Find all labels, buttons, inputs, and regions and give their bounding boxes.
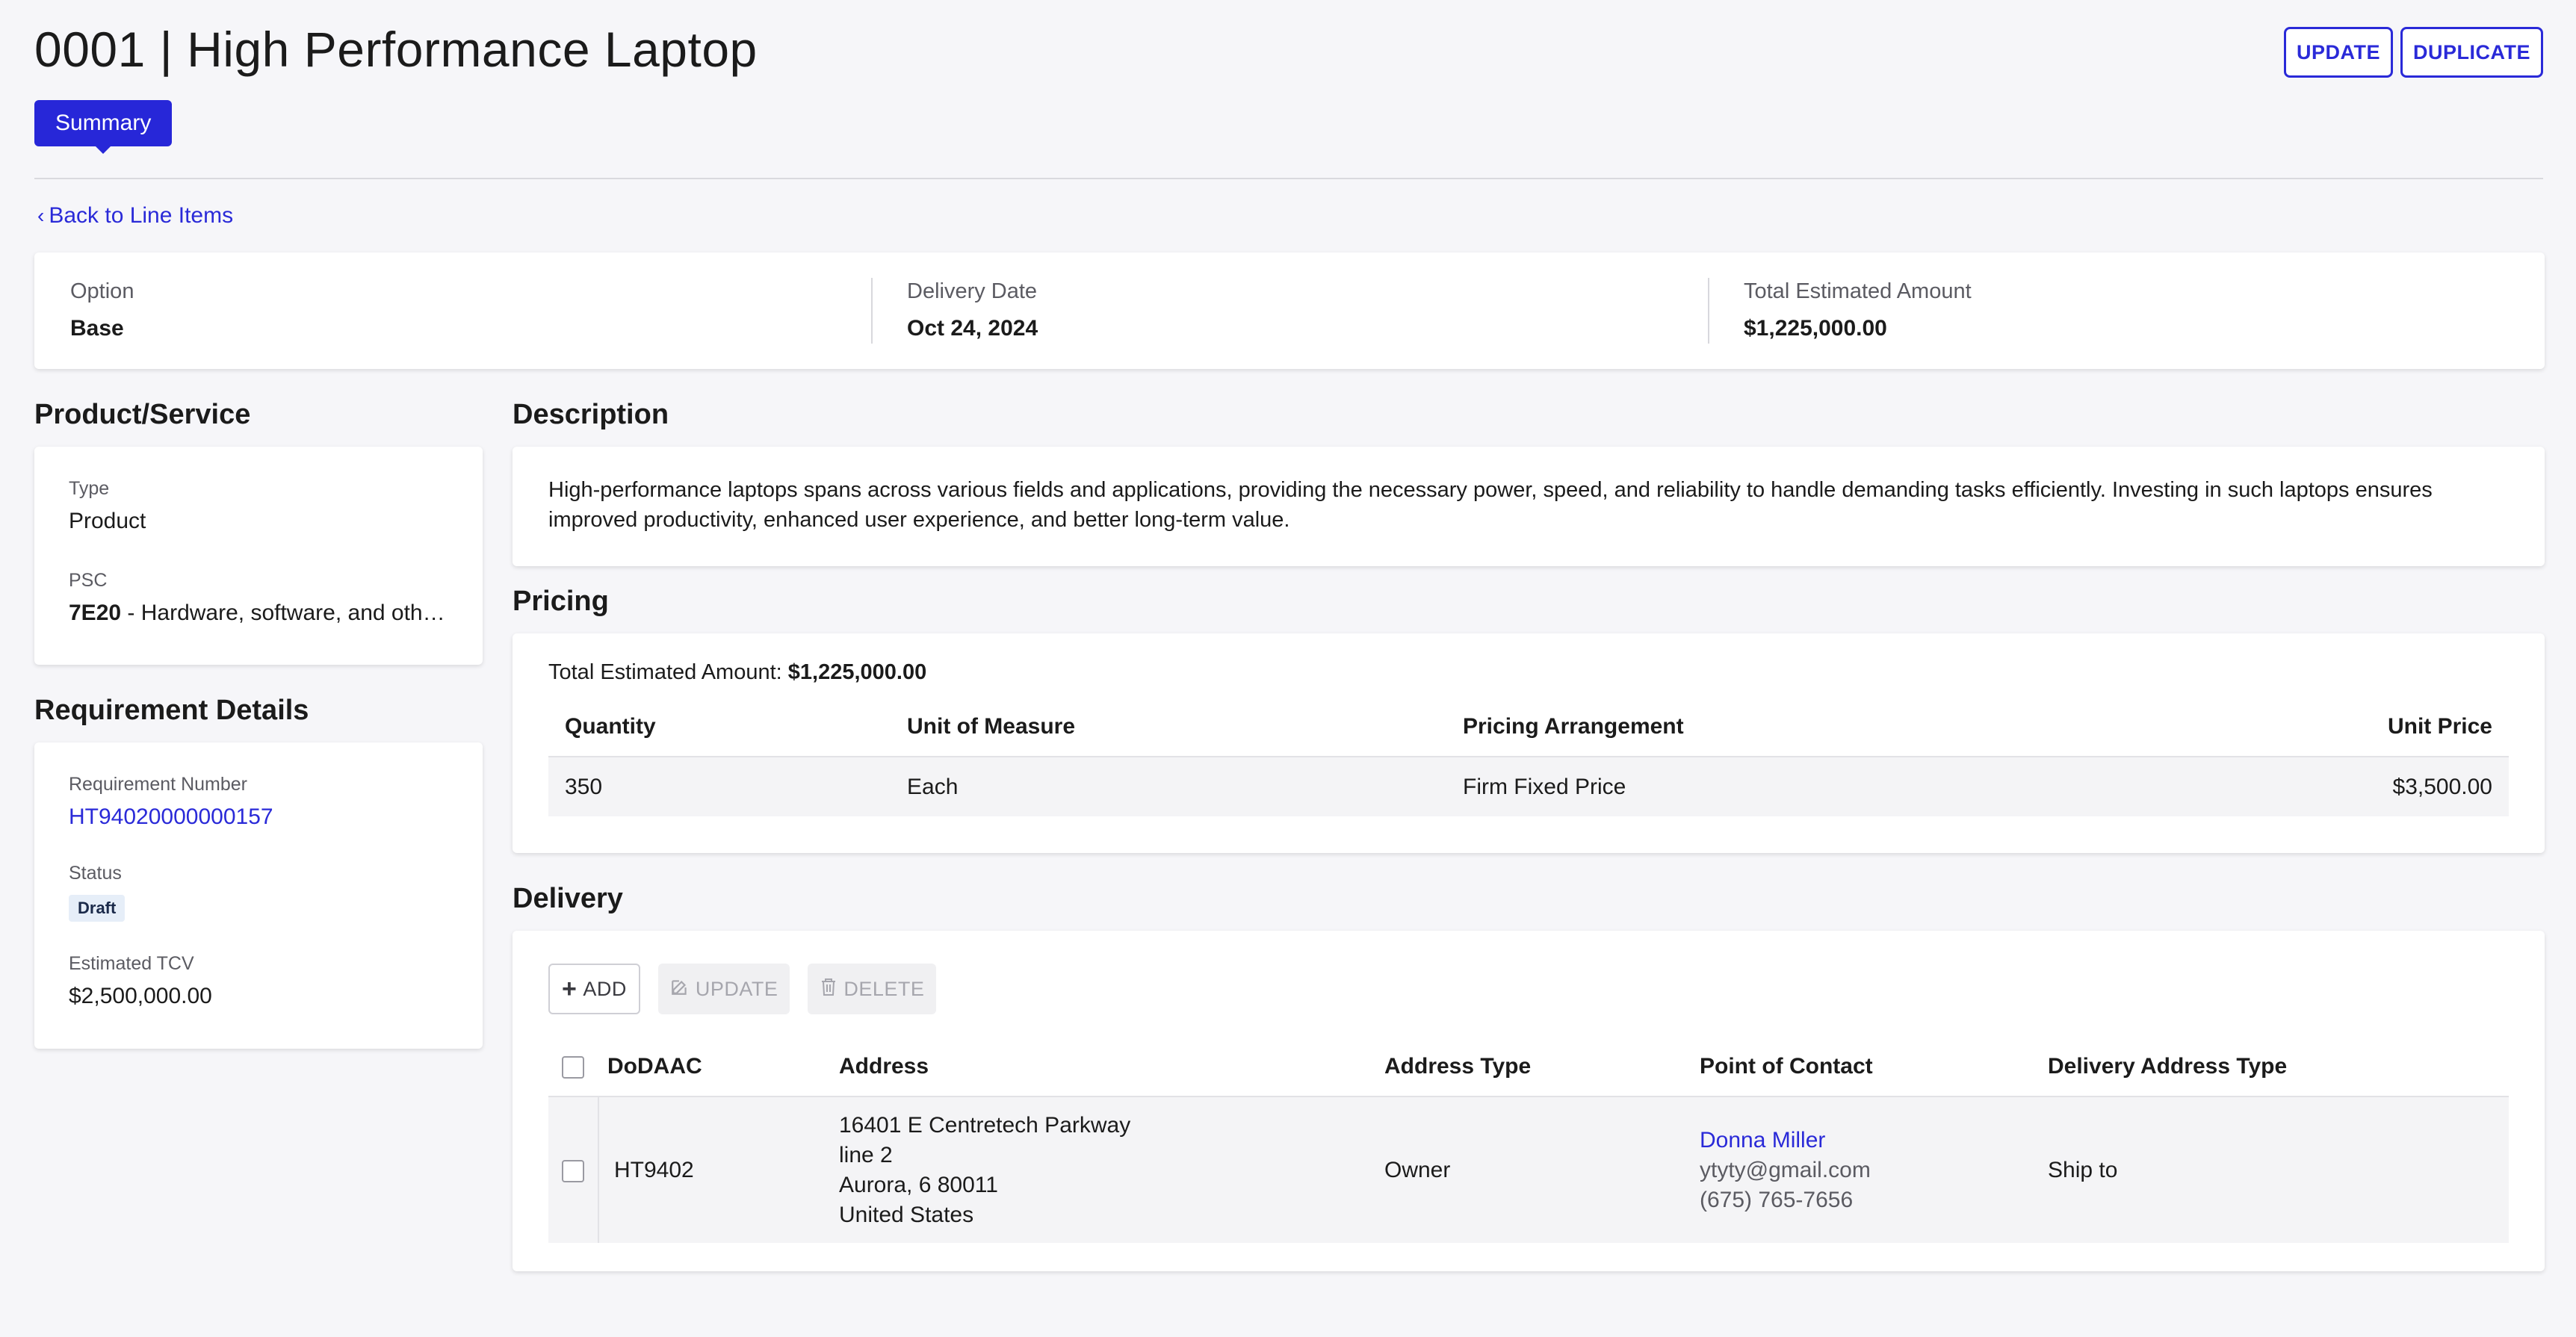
psc-description: - Hardware, software, and other IT produ… — [127, 601, 448, 625]
description-title: Description — [513, 399, 669, 430]
select-all-checkbox[interactable] — [562, 1055, 584, 1079]
estimated-tcv-value: $2,500,000.00 — [69, 984, 212, 1008]
page-title: 0001 | High Performance Laptop — [34, 22, 758, 77]
pricing-table: Quantity Unit of Measure Pricing Arrange… — [548, 697, 2509, 816]
delete-label: DELETE — [843, 977, 925, 1000]
delete-delivery-button[interactable]: DELETE — [808, 964, 937, 1014]
type-label: Type — [69, 478, 110, 499]
psc-value: 7E20 - Hardware, software, and other IT … — [69, 601, 448, 626]
col-quantity: Quantity — [548, 697, 891, 757]
table-row: 350 Each Firm Fixed Price $3,500.00 — [548, 757, 2509, 816]
type-value: Product — [69, 509, 146, 533]
contact-cell: Donna Miller ytyty@gmail.com (675) 765-7… — [1683, 1096, 2031, 1243]
unit-price-cell: $3,500.00 — [2392, 774, 2492, 799]
pricing-total-value: $1,225,000.00 — [787, 660, 927, 684]
plus-icon: + — [562, 974, 578, 1003]
line-item-page: 0001 | High Performance Laptop UPDATE DU… — [0, 0, 2576, 1337]
edit-icon — [670, 977, 690, 1002]
header-actions: UPDATE DUPLICATE — [2283, 27, 2543, 78]
col-address-type: Address Type — [1368, 1037, 1683, 1097]
update-button[interactable]: UPDATE — [2283, 27, 2393, 78]
col-delivery-address-type: Delivery Address Type — [2031, 1037, 2509, 1097]
product-service-title: Product/Service — [34, 399, 251, 430]
option-value: Base — [70, 316, 124, 341]
update-delivery-button[interactable]: UPDATE — [657, 964, 790, 1014]
requirement-details-title: Requirement Details — [34, 695, 309, 726]
back-to-line-items-link[interactable]: ‹ Back to Line Items — [37, 203, 233, 229]
delivery-title: Delivery — [513, 883, 623, 914]
add-delivery-button[interactable]: + ADD — [548, 964, 640, 1014]
estimated-tcv-label: Estimated TCV — [69, 953, 194, 974]
psc-code: 7E20 — [69, 601, 122, 625]
back-link-label: Back to Line Items — [49, 203, 234, 228]
col-unit-of-measure: Unit of Measure — [891, 697, 1446, 757]
option-label: Option — [70, 279, 134, 303]
option-cell: Option Base — [34, 252, 871, 369]
delivery-date-cell: Delivery Date Oct 24, 2024 — [871, 252, 1708, 369]
duplicate-button[interactable]: DUPLICATE — [2400, 27, 2543, 78]
chevron-left-icon: ‹ — [37, 204, 45, 227]
total-amount-label: Total Estimated Amount — [1744, 279, 1972, 303]
table-row: HT9402 16401 E Centretech Parkway line 2… — [548, 1096, 2509, 1243]
delivery-card: + ADD UPDATE DELETE DoDAAC Address Addre… — [513, 931, 2545, 1271]
arrangement-cell: Firm Fixed Price — [1463, 774, 1626, 799]
pricing-title: Pricing — [513, 586, 609, 617]
col-address: Address — [823, 1037, 1368, 1097]
requirement-number-link[interactable]: HT94020000000157 — [69, 804, 448, 830]
address-line-4: United States — [839, 1202, 974, 1227]
status-label: Status — [69, 863, 122, 884]
total-amount-cell: Total Estimated Amount $1,225,000.00 — [1708, 252, 2545, 369]
pricing-card: Total Estimated Amount: $1,225,000.00 Qu… — [513, 633, 2545, 853]
col-dodaac: DoDAAC — [598, 1037, 823, 1097]
row-select-cell — [548, 1096, 599, 1243]
description-card: High-performance laptops spans across va… — [513, 447, 2545, 566]
col-point-of-contact: Point of Contact — [1683, 1037, 2031, 1097]
col-unit-price: Unit Price — [2135, 697, 2509, 757]
delivery-date-label: Delivery Date — [907, 279, 1038, 303]
trash-icon — [820, 977, 837, 1002]
quantity-cell: 350 — [565, 774, 603, 799]
delivery-address-type-cell: Ship to — [2048, 1157, 2118, 1182]
select-all-cell — [548, 1037, 598, 1097]
unit-cell: Each — [907, 774, 959, 799]
pricing-total: Total Estimated Amount: $1,225,000.00 — [548, 660, 2509, 685]
address-line-1: 16401 E Centretech Parkway — [839, 1112, 1131, 1138]
product-service-card: Type Product PSC 7E20 - Hardware, softwa… — [34, 447, 483, 665]
add-label: ADD — [583, 977, 627, 1000]
delivery-actions: + ADD UPDATE DELETE — [548, 964, 2509, 1014]
contact-phone: (675) 765-7656 — [1700, 1187, 1854, 1212]
address-line-2: line 2 — [839, 1142, 893, 1167]
row-checkbox[interactable] — [562, 1159, 584, 1182]
contact-name-link[interactable]: Donna Miller — [1700, 1126, 2015, 1155]
total-amount-value: $1,225,000.00 — [1744, 316, 1887, 341]
description-text: High-performance laptops spans across va… — [548, 478, 2433, 532]
tab-summary[interactable]: Summary — [34, 100, 173, 154]
pricing-total-label: Total Estimated Amount: — [548, 660, 788, 684]
requirement-details-card: Requirement Number HT94020000000157 Stat… — [34, 742, 483, 1049]
delivery-table: DoDAAC Address Address Type Point of Con… — [548, 1037, 2509, 1243]
col-pricing-arrangement: Pricing Arrangement — [1446, 697, 2136, 757]
address-type-cell: Owner — [1384, 1157, 1451, 1182]
address-line-3: Aurora, 6 80011 — [839, 1172, 998, 1197]
psc-label: PSC — [69, 570, 108, 591]
contact-email: ytyty@gmail.com — [1700, 1157, 1871, 1182]
requirement-number-label: Requirement Number — [69, 774, 247, 795]
address-cell: 16401 E Centretech Parkway line 2 Aurora… — [823, 1096, 1368, 1243]
dodaac-cell: HT9402 — [614, 1157, 694, 1182]
divider — [34, 178, 2543, 179]
delivery-date-value: Oct 24, 2024 — [907, 316, 1038, 341]
summary-card: Option Base Delivery Date Oct 24, 2024 T… — [34, 252, 2545, 369]
status-badge: Draft — [69, 895, 126, 922]
update-label: UPDATE — [695, 977, 778, 1000]
